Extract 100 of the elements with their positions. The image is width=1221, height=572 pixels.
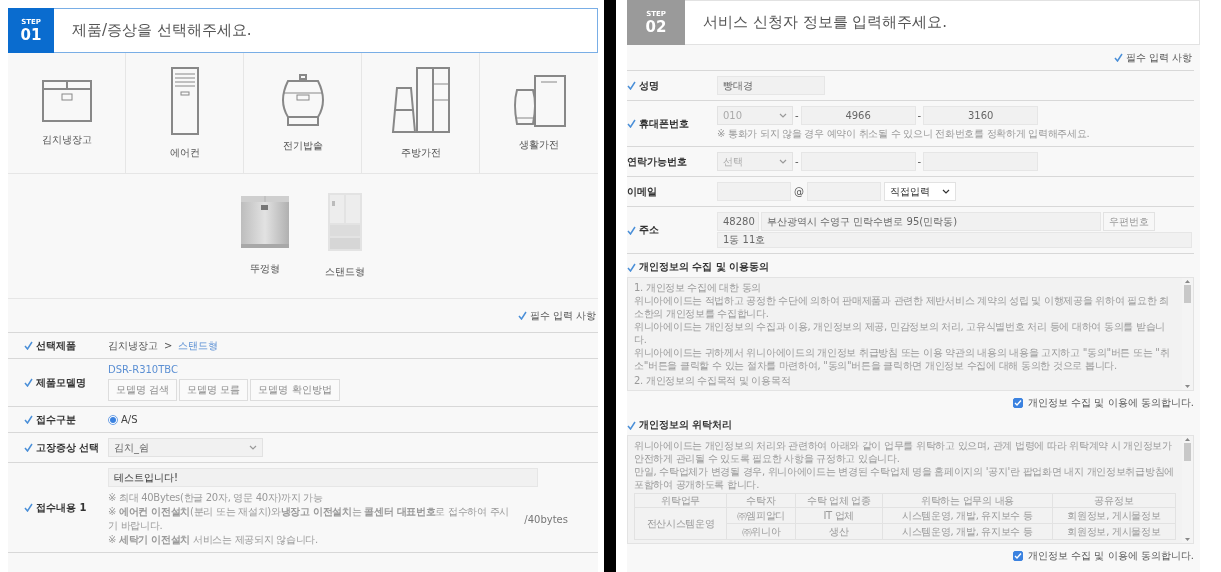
chevron-icon bbox=[249, 445, 257, 450]
air-conditioner-icon bbox=[169, 66, 200, 136]
input-field[interactable]: 4966 bbox=[800, 106, 916, 125]
field-label: 접수구분 bbox=[36, 412, 76, 427]
table-cell: ㈜엠피알디 bbox=[726, 507, 796, 524]
field-label: 제품모델명 bbox=[36, 375, 86, 390]
table-header: 공유정보 bbox=[1052, 493, 1176, 508]
dash: - bbox=[917, 110, 922, 121]
step-number: 02 bbox=[645, 17, 667, 36]
terms-paragraph: 1. 개인정보 수집에 대한 동의 bbox=[634, 281, 763, 294]
consent-checkbox[interactable]: 개인정보 수집 및 이용에 동의합니다. bbox=[627, 394, 1194, 412]
hint-text: ※ 에어컨 이전설치(분리 또는 재설치)와냉장고 이전설치는 콜센터 대표번호로 접수하여 주시기 바랍니다. bbox=[108, 505, 511, 533]
kitchen-appliances-icon bbox=[390, 66, 451, 136]
input-field[interactable]: 빵대경 bbox=[717, 76, 825, 95]
check-icon bbox=[517, 311, 527, 320]
check-icon bbox=[24, 415, 33, 424]
model-button[interactable]: 모델명 확인방법 bbox=[250, 379, 340, 401]
check-icon bbox=[627, 225, 636, 235]
field-label: 성명 bbox=[639, 78, 659, 93]
field-label: 휴대폰번호 bbox=[639, 116, 689, 131]
scroll-down-icon bbox=[1185, 538, 1190, 541]
input-field[interactable]: 테스트입니다! bbox=[108, 468, 538, 487]
domain-select[interactable]: 직접입력 bbox=[884, 182, 956, 201]
terms-paragraph: 만일, 수탁업체가 변경될 경우, 위니아에이드는 변경된 수탁업체 명을 홈페이지의 '공지'란 팝업화면 내지 개인정보취급방침에 포함하여 공개하도록 합니다. bbox=[634, 465, 1175, 491]
table-cell: 회원정보, 게시물정보 bbox=[1052, 523, 1176, 540]
dash: - bbox=[795, 110, 799, 121]
required-note: 필수 입력 사항 bbox=[529, 308, 596, 323]
check-icon bbox=[627, 420, 636, 430]
table-cell: ㈜위니아 bbox=[726, 523, 796, 540]
product-type-button[interactable]: 뚜껑형 bbox=[235, 195, 295, 277]
dash: - bbox=[917, 156, 922, 167]
step-title: 서비스 신청자 정보를 입력해주세요. bbox=[703, 13, 948, 32]
table-header: 위탁하는 업무의 내용 bbox=[882, 493, 1053, 508]
consent-checkbox[interactable]: 개인정보 수집 및 이용에 동의합니다. bbox=[627, 547, 1194, 565]
model-button[interactable]: 모델명 모름 bbox=[179, 379, 249, 401]
terms-paragraph: 위니아에이드는 개인정보의 수집과 이용, 개인정보의 제공, 민감정보의 처리, 고유식별번호 처리 등에 대하여 동의를 받습니다. bbox=[634, 320, 1167, 346]
chevron-icon bbox=[779, 113, 787, 118]
terms-paragraph: 위니아에이드는 귀하께서 위니아에이드의 개인정보 취급방침 또는 이용 약관의 내용의 내용을 고지하고 "동의"버튼 또는 "취소"버튼을 클릭할 수 있는 절차를 마련하여, "동의"버튼을 클릭하면 개인정보 수집에 대해 동의한 것으로 봅니다. bbox=[634, 346, 1171, 372]
input-field[interactable]: 48280 bbox=[717, 212, 759, 231]
table-cell: 전산시스템운영 bbox=[634, 507, 727, 540]
check-icon bbox=[24, 443, 33, 452]
step-number: 01 bbox=[20, 25, 42, 44]
scrollbar[interactable] bbox=[1182, 278, 1193, 390]
check-icon bbox=[1113, 53, 1123, 62]
rice-cooker-icon bbox=[279, 73, 326, 129]
field-label: 접수내용 1 bbox=[36, 500, 87, 515]
field-label: 선택제품 bbox=[36, 338, 76, 353]
table-cell: 시스템운영, 개발, 유지보수 등 bbox=[882, 507, 1053, 524]
model-number: DSR-R310TBC bbox=[108, 364, 179, 375]
category-button[interactable]: 에어컨 bbox=[126, 53, 244, 173]
scroll-down-icon bbox=[1185, 385, 1190, 388]
section-title: 개인정보의 수집 및 이용동의 bbox=[639, 260, 770, 274]
at-sign: @ bbox=[794, 186, 804, 197]
input-field[interactable]: 부산광역시 수영구 민락수변로 95(민락동) bbox=[761, 212, 1101, 231]
table-header: 수탁 업체 업종 bbox=[795, 493, 883, 508]
model-button[interactable]: 모델명 검색 bbox=[108, 379, 178, 401]
scrollbar[interactable] bbox=[1182, 436, 1193, 543]
hint-text: ※ 세탁기 이전설치 서비스는 제공되지 않습니다. bbox=[108, 533, 319, 547]
check-icon bbox=[24, 503, 33, 512]
category-button[interactable]: 김치냉장고 bbox=[8, 53, 126, 173]
terms-paragraph: 2. 개인정보의 수집목적 및 이용목적 bbox=[634, 374, 792, 387]
breadcrumb-separator: > bbox=[164, 340, 173, 351]
checkmark-icon bbox=[1014, 552, 1023, 560]
scroll-up-icon bbox=[1185, 438, 1190, 441]
check-icon bbox=[627, 262, 636, 272]
input-field[interactable]: 3160 bbox=[923, 106, 1039, 125]
product-type-button[interactable]: 스탠드형 bbox=[319, 192, 371, 280]
table-cell: 회원정보, 게시물정보 bbox=[1052, 507, 1176, 524]
field-label: 연락가능번호 bbox=[627, 154, 687, 169]
byte-counter: /40bytes bbox=[524, 513, 568, 525]
scroll-thumb[interactable] bbox=[1184, 443, 1191, 461]
check-icon bbox=[24, 341, 33, 350]
radio-option[interactable]: A/S bbox=[108, 414, 138, 425]
category-button[interactable]: 전기밥솥 bbox=[244, 53, 362, 173]
table-header: 위탁업무 bbox=[634, 493, 727, 508]
dash: - bbox=[795, 156, 799, 167]
field-label: 고장증상 선택 bbox=[36, 440, 100, 455]
zipcode-button[interactable]: 우편번호 bbox=[1103, 212, 1155, 231]
chevron-icon bbox=[779, 159, 787, 164]
check-icon bbox=[627, 81, 636, 90]
checkmark-icon bbox=[1014, 399, 1023, 407]
home-appliances-icon bbox=[511, 74, 567, 128]
scroll-thumb[interactable] bbox=[1184, 285, 1191, 303]
breadcrumb-item: 김치냉장고 bbox=[108, 338, 158, 353]
section-title: 개인정보의 위탁처리 bbox=[639, 418, 733, 432]
symptom-select[interactable]: 김치_쉼 bbox=[108, 438, 263, 457]
category-button[interactable]: 생활가전 bbox=[480, 53, 598, 173]
scroll-up-icon bbox=[1185, 280, 1190, 283]
check-icon bbox=[24, 378, 33, 387]
field-label: 주소 bbox=[639, 223, 659, 237]
category-button[interactable]: 주방가전 bbox=[362, 53, 480, 173]
table-cell: IT 업체 bbox=[795, 507, 883, 524]
input-field[interactable]: 1동 11호 bbox=[717, 232, 1192, 248]
required-note: 필수 입력 사항 bbox=[1125, 50, 1192, 65]
chevron-icon bbox=[942, 189, 950, 194]
chest-fridge-icon bbox=[40, 79, 93, 123]
hint-text: ※ 통화가 되지 않을 경우 예약이 취소될 수 있으니 전화번호를 정확하게 입력해주세요. bbox=[717, 127, 1091, 141]
breadcrumb-item: 스탠드형 bbox=[178, 338, 219, 353]
step-title: 제품/증상을 선택해주세요. bbox=[72, 21, 252, 40]
terms-paragraph: 위니아에이드는 개인정보의 처리와 관련하여 아래와 같이 업무를 위탁하고 있으며, 관계 법령에 따라 위탁계약 시 개인정보가 안전하게 관리될 수 있도록 필요한 사항을 규정하고 있습니다. bbox=[634, 439, 1173, 465]
